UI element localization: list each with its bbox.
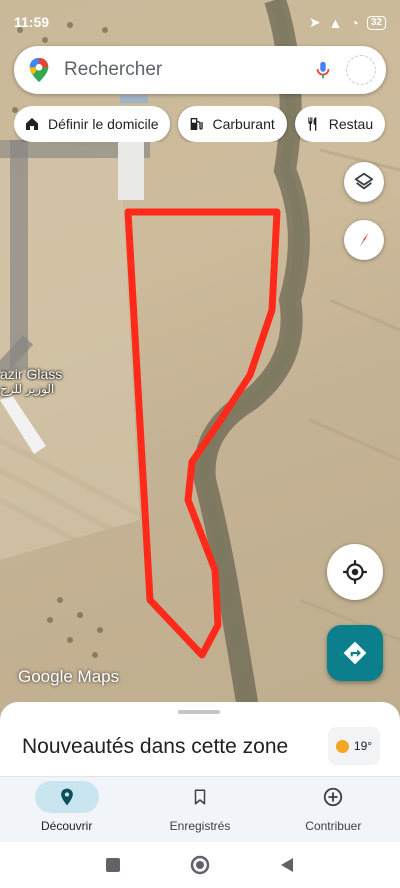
chip-restaurants-label: Restau bbox=[328, 116, 374, 132]
directions-icon bbox=[343, 641, 367, 665]
sun-icon bbox=[335, 739, 349, 753]
microphone-icon[interactable] bbox=[312, 59, 334, 81]
tab-discover-icon-wrap bbox=[34, 781, 99, 813]
sheet-title: Nouveautés dans cette zone bbox=[22, 735, 289, 758]
recents-icon[interactable] bbox=[105, 857, 121, 873]
place-label-arabic: الوزير للزج bbox=[0, 382, 55, 396]
home-icon bbox=[26, 118, 38, 130]
chip-set-home[interactable]: Définir le domicile bbox=[14, 106, 171, 142]
status-time: 11:59 bbox=[14, 14, 50, 30]
tab-contribute-icon-wrap bbox=[301, 781, 365, 813]
search-input[interactable]: Rechercher bbox=[64, 59, 312, 81]
chip-restaurants[interactable]: Restau bbox=[294, 106, 386, 142]
add-circle-icon bbox=[324, 787, 343, 807]
home-button-icon[interactable] bbox=[190, 855, 210, 875]
directions-button[interactable] bbox=[327, 625, 383, 681]
google-maps-pin-icon bbox=[29, 57, 49, 83]
gas-station-icon bbox=[191, 118, 204, 130]
status-bar: 11:59 ➤ ▲ ◔ 32 bbox=[0, 0, 400, 44]
compass-icon bbox=[359, 232, 369, 248]
compass-button[interactable] bbox=[344, 220, 384, 260]
back-icon[interactable] bbox=[279, 857, 295, 873]
tab-contribute[interactable]: Contribuer bbox=[267, 777, 400, 842]
sheet-drag-handle[interactable] bbox=[178, 710, 220, 714]
layers-icon bbox=[354, 172, 374, 190]
tab-saved-icon-wrap bbox=[168, 781, 232, 813]
tab-discover[interactable]: Découvrir bbox=[0, 777, 133, 842]
chip-set-home-label: Définir le domicile bbox=[48, 116, 159, 132]
place-label[interactable]: azir Glass الوزير للزج bbox=[0, 366, 62, 396]
weather-badge[interactable]: 19° bbox=[328, 727, 380, 765]
restaurant-icon bbox=[308, 117, 317, 131]
tab-saved-label: Enregistrés bbox=[169, 819, 231, 833]
account-avatar[interactable] bbox=[346, 55, 376, 85]
search-bar[interactable]: Rechercher bbox=[14, 46, 386, 94]
bookmark-icon bbox=[194, 789, 206, 805]
battery-icon: 32 bbox=[366, 15, 386, 30]
chip-fuel-label: Carburant bbox=[212, 116, 275, 132]
explore-pin-icon bbox=[60, 788, 73, 806]
my-location-button[interactable] bbox=[327, 544, 383, 600]
bottom-navigation: Découvrir Enregistrés Contribuer bbox=[0, 776, 400, 842]
wifi-icon: ◔ bbox=[350, 14, 359, 31]
location-arrow-icon: ➤ bbox=[308, 14, 321, 30]
signal-icon: ▲ bbox=[328, 14, 343, 31]
crosshair-location-icon bbox=[343, 560, 367, 584]
status-icons: ➤ ▲ ◔ 32 bbox=[309, 14, 386, 31]
tab-saved[interactable]: Enregistrés bbox=[133, 777, 266, 842]
place-label-text: azir Glass bbox=[0, 366, 63, 382]
system-navigation-bar bbox=[0, 842, 400, 888]
google-maps-logo: Google Maps bbox=[18, 667, 120, 686]
layers-button[interactable] bbox=[344, 162, 384, 202]
tab-contribute-label: Contribuer bbox=[305, 819, 362, 833]
weather-temp: 19° bbox=[353, 739, 373, 753]
tab-discover-label: Découvrir bbox=[40, 819, 93, 833]
category-chips: Définir le domicile Carburant Restau bbox=[14, 106, 400, 142]
chip-fuel[interactable]: Carburant bbox=[178, 106, 287, 142]
